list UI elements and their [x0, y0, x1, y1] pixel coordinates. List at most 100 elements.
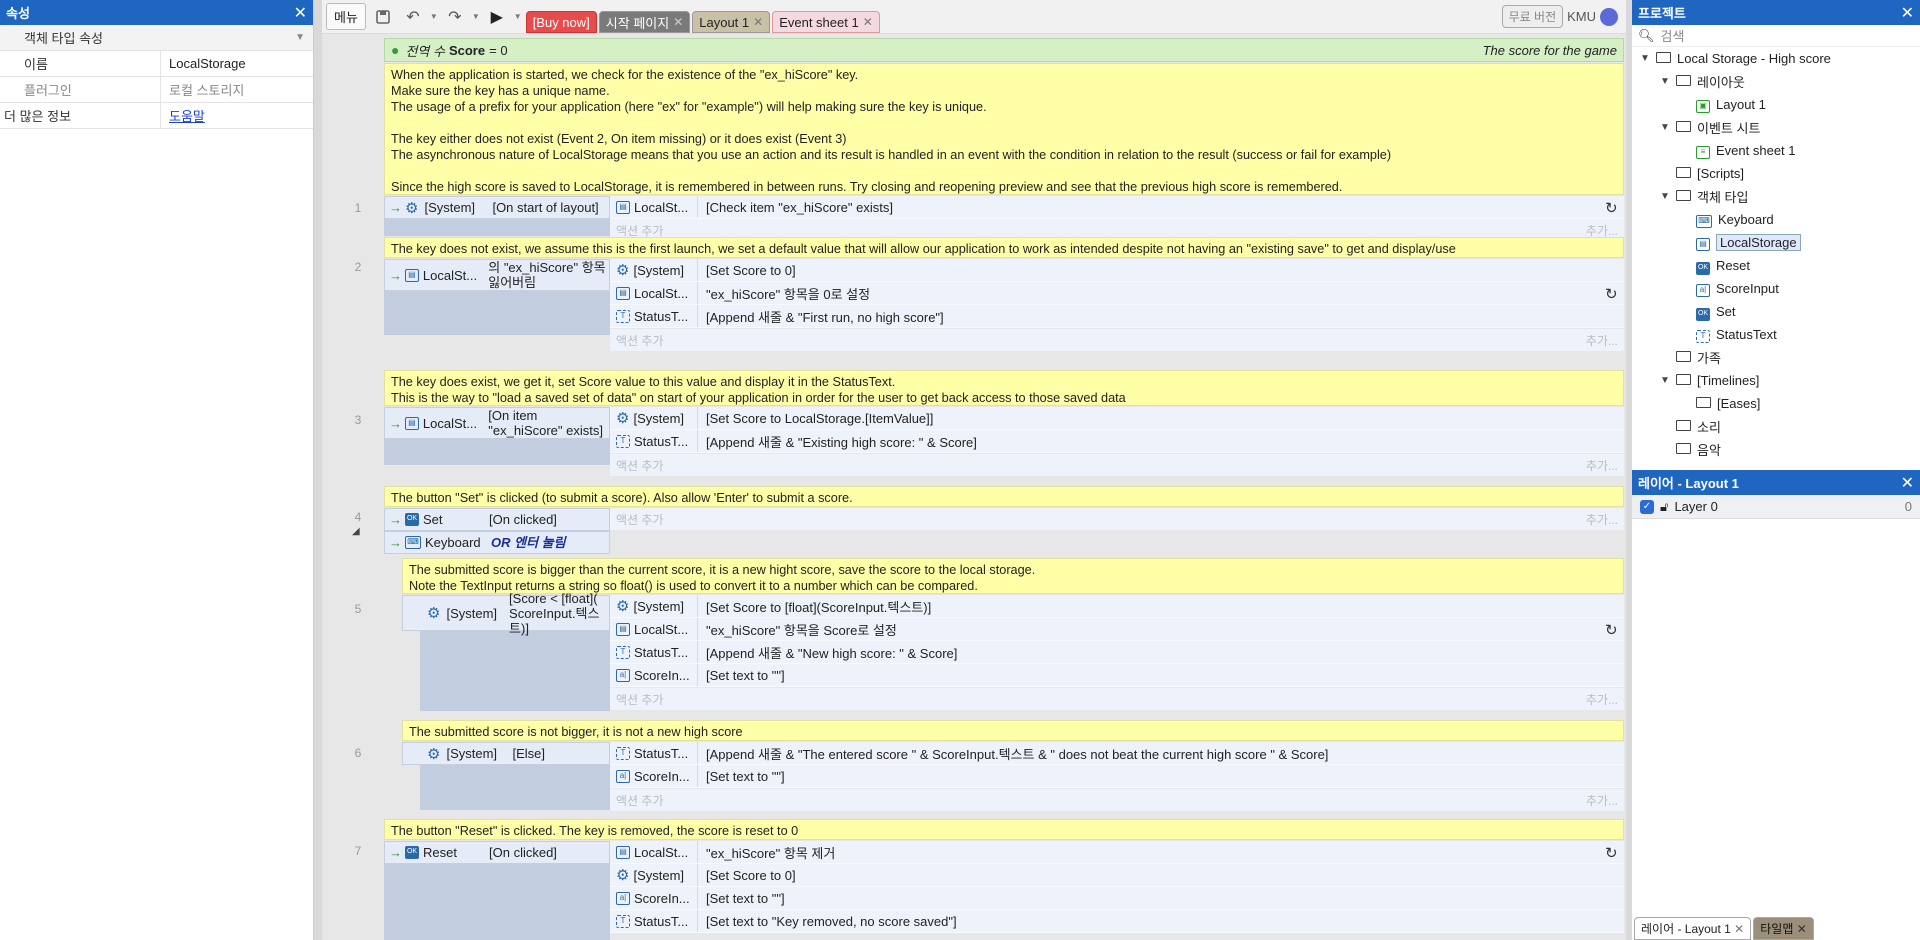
tree-item[interactable]: [Eases]	[1632, 392, 1920, 415]
tree-item[interactable]: 음악	[1632, 438, 1920, 461]
collapse-icon[interactable]: ◢	[352, 526, 360, 537]
action[interactable]: ⚙ [System] [Set Score to 0]	[610, 259, 1624, 282]
action[interactable]: T StatusT... [Append 새줄 & "The entered sc…	[610, 742, 1624, 765]
action[interactable]: ⚙ [System] [Set Score to 0]	[610, 864, 1624, 887]
menu-button[interactable]: 메뉴	[326, 3, 366, 30]
expand-icon[interactable]: ▼	[1660, 122, 1670, 133]
tree-item[interactable]: ▣ Layout 1	[1632, 93, 1920, 116]
project-search[interactable]: 🔍︎ 검색	[1632, 25, 1920, 47]
play-dropdown-icon[interactable]: ▼	[514, 12, 522, 21]
event-comment[interactable]: The key does exist, we get it, set Score…	[384, 370, 1624, 406]
condition[interactable]: → OK Reset [On clicked]	[384, 841, 610, 864]
tree-item[interactable]: OK Set	[1632, 300, 1920, 323]
tab-tilemap[interactable]: 타일맵 ✕	[1753, 917, 1814, 940]
tree-item[interactable]: T StatusText	[1632, 323, 1920, 346]
action[interactable]: T StatusT... [Set text to "Key removed, n…	[610, 910, 1624, 933]
redo-dropdown-icon[interactable]: ▼	[472, 12, 480, 21]
action[interactable]: T StatusT... [Append 새줄 & "Existing high …	[610, 430, 1624, 453]
action[interactable]: T StatusT... [Append 새줄 & "New high score…	[610, 641, 1624, 664]
search-input[interactable]: 검색	[1661, 26, 1685, 45]
undo-dropdown-icon[interactable]: ▼	[430, 12, 438, 21]
tree-item[interactable]: ▼ 레이아웃	[1632, 70, 1920, 93]
close-icon[interactable]: ✕	[294, 3, 307, 23]
tree-item[interactable]: OK Reset	[1632, 254, 1920, 277]
redo-icon[interactable]: ↷	[442, 5, 468, 29]
avatar[interactable]	[1600, 7, 1618, 26]
action[interactable]: ⚙ [System] [Set Score to [float](ScoreInp…	[610, 595, 1624, 618]
tree-item[interactable]: ▼ 이벤트 시트	[1632, 116, 1920, 139]
panel-splitter[interactable]	[314, 0, 322, 940]
add-action[interactable]: 액션 추가 추가...	[610, 454, 1624, 476]
add-action[interactable]: 액션 추가 추가...	[610, 789, 1624, 811]
collapse-icon[interactable]: ▼	[295, 32, 305, 43]
action[interactable]: ▤ LocalSt... "ex_hiScore" 항목 제거	[610, 841, 1624, 864]
close-tab-icon[interactable]: ✕	[1734, 922, 1744, 936]
condition[interactable]: → OK Set [On clicked]	[384, 508, 610, 531]
localstorage-icon: ▤	[616, 200, 630, 214]
condition[interactable]: → ▤ LocalSt... 의 "ex_hiScore" 항목 잃어버림	[384, 259, 610, 291]
close-tab-icon[interactable]: ✕	[1797, 922, 1807, 936]
checkbox-icon[interactable]: ✓	[1640, 499, 1654, 514]
tree-item[interactable]: 소리	[1632, 415, 1920, 438]
close-tab-icon[interactable]: ✕	[753, 15, 763, 29]
condition[interactable]: ⚙ [System] [Else]	[402, 742, 610, 765]
condition[interactable]: → ⚙ [System] [On start of layout]	[384, 196, 610, 219]
tree-item[interactable]: ≡ Event sheet 1	[1632, 139, 1920, 162]
tree-item[interactable]: ▼ [Timelines]	[1632, 369, 1920, 392]
action[interactable]: ⚙ [System] [Set Score to LocalStorage.[It…	[610, 407, 1624, 430]
action[interactable]: a| ScoreIn... [Set text to ""]	[610, 887, 1624, 910]
play-icon[interactable]: ▶	[484, 5, 510, 29]
undo-icon[interactable]: ↶	[400, 5, 426, 29]
tab-event-sheet-1[interactable]: Event sheet 1 ✕	[772, 11, 880, 33]
tab-start-page[interactable]: 시작 페이지 ✕	[598, 11, 691, 33]
close-icon[interactable]: ✕	[1901, 3, 1914, 23]
lock-icon[interactable]: 🔓︎	[1660, 499, 1668, 515]
property-value[interactable]: LocalStorage	[160, 51, 313, 76]
close-tab-icon[interactable]: ✕	[863, 15, 873, 29]
tree-item[interactable]: [Scripts]	[1632, 162, 1920, 185]
condition-text: [Score < [float]( ScoreInput.텍스트)]	[509, 590, 600, 636]
expand-icon[interactable]: ▼	[1640, 53, 1650, 64]
expand-icon[interactable]: ▼	[1660, 76, 1670, 87]
help-link[interactable]: 도움말	[160, 103, 313, 128]
layer-row[interactable]: ✓ 🔓︎ Layer 0 0	[1632, 495, 1920, 519]
global-variable[interactable]: ● 전역 수 Score = 0 The score for the game	[384, 38, 1624, 62]
save-icon[interactable]	[370, 5, 396, 29]
action[interactable]: ▤ LocalSt... [Check item "ex_hiScore" exi…	[610, 196, 1624, 219]
action[interactable]: a| ScoreIn... [Set text to ""]	[610, 765, 1624, 788]
condition[interactable]: → ▤ LocalSt... [On item "ex_hiScore" exi…	[384, 407, 610, 439]
add-action[interactable]: 액션 추가 추가...	[610, 688, 1624, 710]
tree-item[interactable]: 가족	[1632, 346, 1920, 369]
event-comment[interactable]: The submitted score is not bigger, it is…	[402, 720, 1624, 741]
event-comment[interactable]: The button "Set" is clicked (to submit a…	[384, 486, 1624, 507]
tree-item[interactable]: ▼ Local Storage - High score	[1632, 47, 1920, 70]
intro-comment[interactable]: When the application is started, we chec…	[384, 63, 1624, 195]
tree-item[interactable]: ▼ 객체 타입	[1632, 185, 1920, 208]
tab-layout-1[interactable]: Layout 1 ✕	[692, 11, 771, 33]
tab-buy-now[interactable]: [Buy now]	[525, 11, 597, 33]
expand-icon[interactable]: ▼	[1660, 191, 1670, 202]
system-gear-icon: ⚙	[427, 605, 441, 622]
tree-item[interactable]: ⌨ Keyboard	[1632, 208, 1920, 231]
expand-icon[interactable]: ▼	[1660, 375, 1670, 386]
close-icon[interactable]: ✕	[1901, 473, 1914, 493]
action[interactable]: ▤ LocalSt... "ex_hiScore" 항목을 0로 설정	[610, 282, 1624, 305]
add-action[interactable]: 액션 추가 추가...	[610, 329, 1624, 351]
free-version-badge[interactable]: 무료 버전	[1501, 5, 1564, 28]
action[interactable]: a| ScoreIn... [Set text to ""]	[610, 664, 1624, 687]
action-text: [Set Score to LocalStorage.[ItemValue]]	[706, 410, 934, 426]
event-comment[interactable]: The button "Reset" is clicked. The key i…	[384, 819, 1624, 840]
user-name[interactable]: KMU	[1567, 9, 1596, 24]
condition[interactable]: → ⌨ Keyboard OR 엔터 눌림	[384, 531, 610, 554]
close-tab-icon[interactable]: ✕	[673, 15, 683, 29]
action[interactable]: ▤ LocalSt... "ex_hiScore" 항목을 Score로 설정	[610, 618, 1624, 641]
event-comment[interactable]: The submitted score is bigger than the c…	[402, 558, 1624, 594]
tree-item[interactable]: a| ScoreInput	[1632, 277, 1920, 300]
tree-item[interactable]: ▤ LocalStorage	[1632, 231, 1920, 254]
tab-layers[interactable]: 레이어 - Layout 1 ✕	[1634, 917, 1752, 940]
event-comment[interactable]: The key does not exist, we assume this i…	[384, 237, 1624, 258]
action[interactable]: T StatusT... [Append 새줄 & "First run, no …	[610, 305, 1624, 328]
properties-section[interactable]: 객체 타입 속성 ▼	[0, 25, 313, 51]
condition[interactable]: ⚙ [System] [Score < [float]( ScoreInput.…	[402, 591, 610, 636]
add-action[interactable]: 액션 추가 추가...	[610, 508, 1624, 530]
